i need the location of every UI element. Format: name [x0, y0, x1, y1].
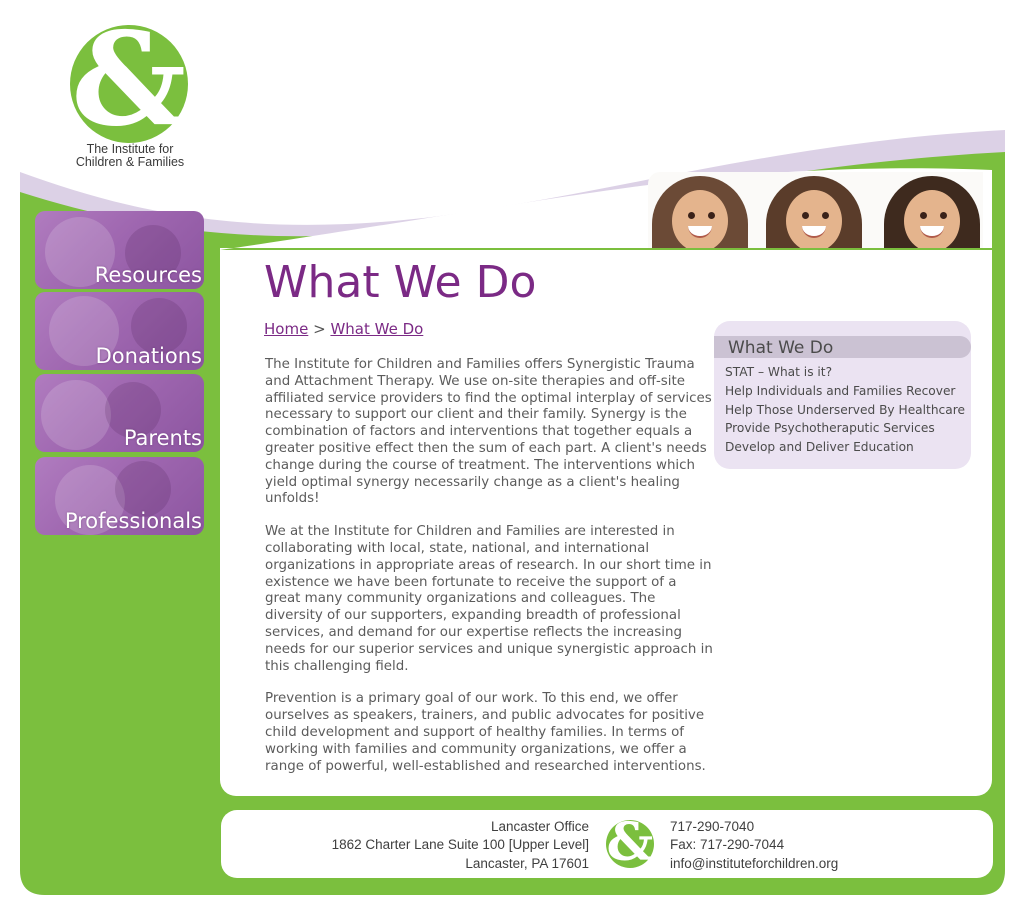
breadcrumb-home-link[interactable]: Home — [264, 320, 308, 338]
nav-label: Parents — [123, 426, 202, 450]
nav-resources[interactable]: Resources — [35, 211, 204, 289]
child-3 — [884, 176, 980, 248]
side-link-psychotherapeutic[interactable]: Provide Psychotheraputic Services — [725, 419, 965, 438]
nav-label: Donations — [95, 344, 202, 368]
nav-professionals[interactable]: Professionals — [35, 457, 204, 535]
child-2 — [766, 176, 862, 248]
breadcrumb-separator: > — [313, 320, 326, 338]
footer-fax: Fax: 717-290-7044 — [670, 837, 785, 853]
footer-ampersand-logo-icon: & — [606, 812, 654, 873]
footer-contact: 717-290-7040 Fax: 717-290-7044 info@inst… — [670, 818, 838, 873]
breadcrumb-current-link[interactable]: What We Do — [330, 320, 423, 338]
footer-office: Lancaster Office — [490, 819, 589, 834]
footer-street: 1862 Charter Lane Suite 100 [Upper Level… — [331, 837, 589, 853]
nav-parents[interactable]: Parents — [35, 374, 204, 452]
footer-phone: 717-290-7040 — [670, 819, 755, 834]
side-link-help-recover[interactable]: Help Individuals and Families Recover — [725, 382, 965, 401]
children-photo — [648, 172, 983, 248]
child-1 — [652, 176, 748, 248]
side-link-education[interactable]: Develop and Deliver Education — [725, 438, 965, 457]
footer-email[interactable]: info@instituteforchildren.org — [670, 855, 838, 873]
paragraph-synergy: The Institute for Children and Families … — [265, 357, 712, 507]
paragraph-research: We at the Institute for Children and Fam… — [265, 524, 713, 674]
breadcrumb: Home > What We Do — [264, 319, 423, 339]
ampersand-logo-icon: & — [71, 5, 187, 155]
nav-donations[interactable]: Donations — [35, 292, 204, 370]
nav-label: Professionals — [64, 509, 202, 533]
side-link-help-underserved[interactable]: Help Those Underserved By Healthcare — [725, 401, 965, 420]
side-link-stat[interactable]: STAT – What is it? — [725, 363, 965, 382]
footer-city: Lancaster, PA 17601 — [465, 855, 589, 871]
side-links: STAT – What is it? Help Individuals and … — [725, 363, 965, 457]
footer-address: Lancaster Office 1862 Charter Lane Suite… — [300, 818, 589, 873]
body-text: The Institute for Children and Families … — [265, 357, 713, 791]
page-title: What We Do — [264, 257, 537, 308]
side-box-title: What We Do — [728, 338, 834, 358]
paragraph-prevention: Prevention is a primary goal of our work… — [265, 691, 706, 774]
nav-label: Resources — [94, 263, 202, 287]
